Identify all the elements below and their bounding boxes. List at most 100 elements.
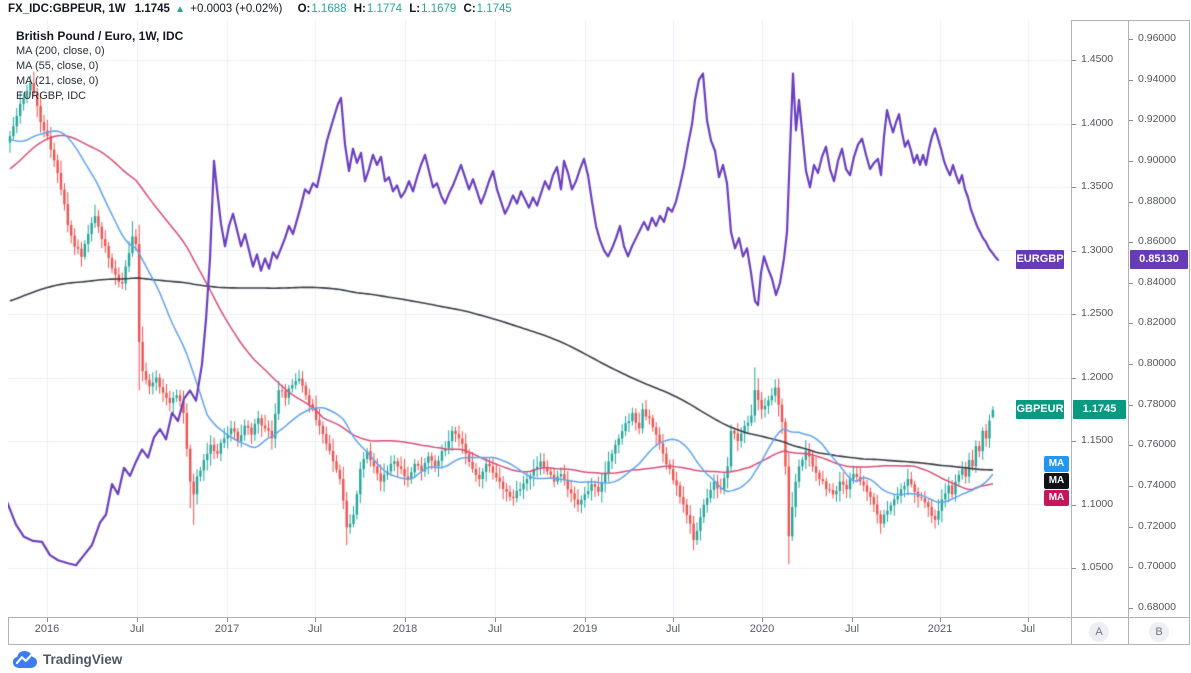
tick-mark [1129,242,1133,243]
ma21-badge: MA [1044,456,1069,472]
tick-mark [1072,124,1076,125]
price-tick-eurgbp: 0.90000 [1138,154,1176,166]
gbpeur-price-badge: 1.1745 [1073,400,1126,419]
time-tick-label: 2020 [750,623,774,635]
tick-mark [1129,323,1133,324]
legend-ma200[interactable]: MA (200, close, 0) [16,44,183,59]
tick-mark [1072,60,1076,61]
time-tick-label: Jul [308,623,322,635]
tradingview-logo-icon[interactable] [12,650,37,669]
tick-mark [137,618,138,622]
tick-mark [1129,120,1133,121]
tick-mark [852,618,853,622]
price-tick-gbpeur: 1.0500 [1081,561,1113,573]
time-tick-label: 2016 [35,623,59,635]
low-value: 1.1679 [421,3,456,15]
price-tick-gbpeur: 1.3000 [1081,244,1113,256]
legend-eurgbp[interactable]: EURGBP, IDC [16,89,183,104]
time-tick-label: 2021 [928,623,952,635]
price-tick-gbpeur: 1.1500 [1081,434,1113,446]
price-tick-eurgbp: 0.86000 [1138,235,1176,247]
tick-mark [1028,618,1029,622]
legend: British Pound / Euro, 1W, IDC MA (200, c… [16,29,183,104]
price-tick-eurgbp: 0.72000 [1138,520,1176,532]
tick-mark [762,618,763,622]
high-value: 1.1774 [367,3,402,15]
price-tick-gbpeur: 1.4000 [1081,117,1113,129]
time-axis-separator [8,617,1190,618]
legend-title[interactable]: British Pound / Euro, 1W, IDC [16,29,183,44]
time-tick-label: Jul [845,623,859,635]
tick-mark [1129,364,1133,365]
quote-bar: FX_IDC:GBPEUR, 1W 1.1745 ▲ +0.0003 (+0.0… [8,0,512,19]
time-tick-label: Jul [130,623,144,635]
price-tick-eurgbp: 0.88000 [1138,195,1176,207]
tick-mark [1129,283,1133,284]
price-tick-eurgbp: 0.94000 [1138,73,1176,85]
tick-mark [1129,39,1133,40]
tick-mark [227,618,228,622]
tick-mark [1129,202,1133,203]
tick-mark [1072,187,1076,188]
price-tick-eurgbp: 0.70000 [1138,560,1176,572]
ma55-badge: MA [1044,490,1069,506]
tick-mark [1072,505,1076,506]
tick-mark [585,618,586,622]
price-tick-eurgbp: 0.76000 [1138,438,1176,450]
eurgbp-price-badge: 0.85130 [1130,250,1188,269]
time-tick-label: Jul [488,623,502,635]
price-tick-eurgbp: 0.78000 [1138,398,1176,410]
tick-mark [405,618,406,622]
tick-mark [47,618,48,622]
symbol-title: FX_IDC:GBPEUR, 1W [8,3,126,15]
time-tick-label: 2017 [215,623,239,635]
scale-b-button[interactable]: B [1149,622,1169,642]
eurgbp-series-badge: EURGBP [1016,250,1064,269]
tick-mark [1129,161,1133,162]
last-price: 1.1745 [135,3,170,15]
time-tick-label: Jul [666,623,680,635]
price-tick-eurgbp: 0.96000 [1138,32,1176,44]
close-label: C: [464,3,476,15]
price-tick-eurgbp: 0.68000 [1138,601,1176,613]
scale-a-button[interactable]: A [1089,622,1109,642]
price-tick-gbpeur: 1.3500 [1081,180,1113,192]
time-tick-label: Jul [1021,623,1035,635]
tick-mark [673,618,674,622]
price-tick-gbpeur: 1.4500 [1081,53,1113,65]
price-change: +0.0003 (+0.02%) [190,3,282,15]
tick-mark [940,618,941,622]
gbpeur-series-badge: GBPEUR [1016,400,1064,419]
close-value: 1.1745 [477,3,512,15]
low-label: L: [409,3,420,15]
tick-mark [495,618,496,622]
price-tick-eurgbp: 0.84000 [1138,276,1176,288]
time-tick-label: 2018 [393,623,417,635]
tick-mark [1072,568,1076,569]
legend-ma21[interactable]: MA (21, close, 0) [16,74,183,89]
chart-pane[interactable] [8,20,1071,617]
time-tick-label: 2019 [573,623,597,635]
price-tick-gbpeur: 1.2000 [1081,371,1113,383]
tick-mark [1129,527,1133,528]
price-tick-eurgbp: 0.82000 [1138,316,1176,328]
tick-mark [1072,378,1076,379]
tick-mark [1129,405,1133,406]
tick-mark [1129,486,1133,487]
open-label: O: [298,3,311,15]
tick-mark [1072,441,1076,442]
open-value: 1.1688 [311,3,346,15]
price-tick-eurgbp: 0.74000 [1138,479,1176,491]
tick-mark [1129,445,1133,446]
tick-mark [315,618,316,622]
legend-ma55[interactable]: MA (55, close, 0) [16,59,183,74]
price-axis-separator-1 [1071,20,1072,645]
up-arrow-icon: ▲ [175,4,185,15]
price-tick-eurgbp: 0.80000 [1138,357,1176,369]
footer: TradingView [12,648,122,670]
tick-mark [1072,251,1076,252]
tradingview-brand[interactable]: TradingView [43,652,122,667]
ma200-badge: MA [1044,473,1069,489]
price-axis-separator-2 [1128,20,1129,645]
price-tick-gbpeur: 1.1000 [1081,498,1113,510]
